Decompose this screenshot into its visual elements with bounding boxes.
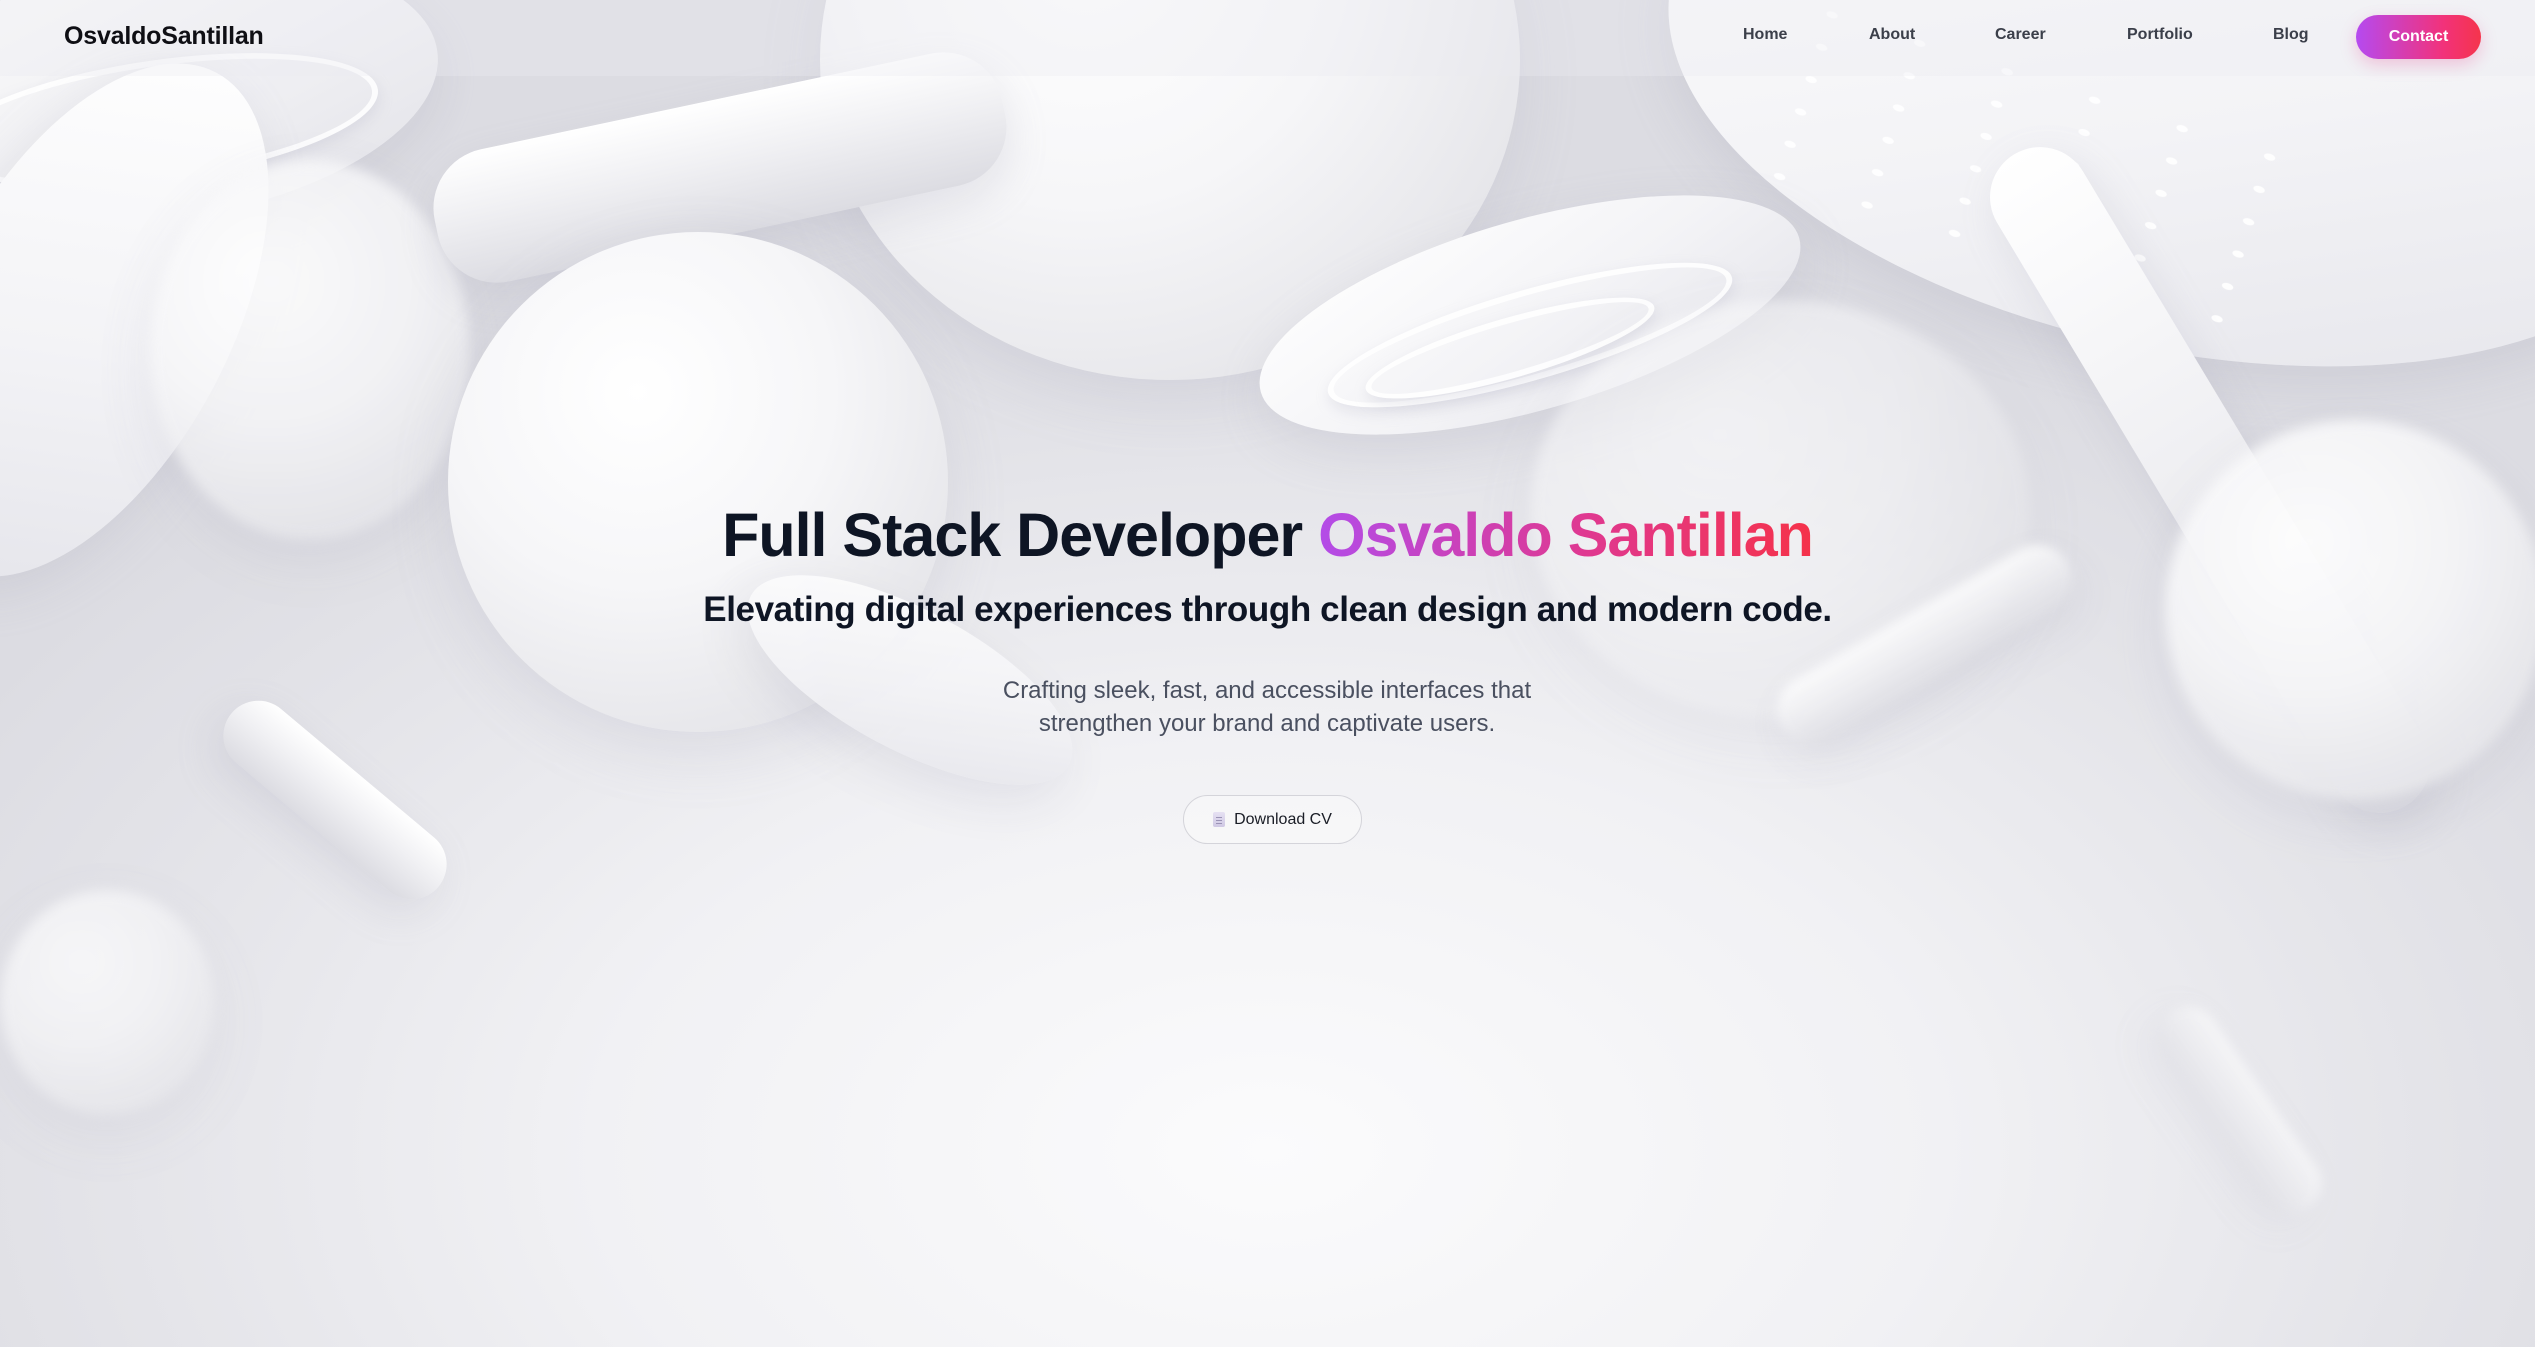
background-cylinder-shape	[2146, 994, 2334, 1226]
background-cylinder-shape	[209, 686, 461, 914]
hero-title-name: Osvaldo Santillan	[1318, 501, 1814, 569]
site-logo[interactable]: OsvaldoSantillan	[64, 22, 264, 51]
contact-button[interactable]: Contact	[2356, 15, 2481, 59]
hero-subtitle: Elevating digital experiences through cl…	[703, 590, 1832, 629]
hero-title: Full Stack Developer Osvaldo Santillan	[0, 500, 2535, 570]
download-cv-button[interactable]: Download CV	[1183, 795, 1362, 844]
download-cv-label: Download CV	[1234, 810, 1332, 828]
nav-link-portfolio[interactable]: Portfolio	[2127, 26, 2193, 44]
background-sphere-shape	[150, 160, 470, 540]
nav-link-about[interactable]: About	[1869, 26, 1915, 44]
nav-link-home[interactable]: Home	[1743, 26, 1787, 44]
nav-link-career[interactable]: Career	[1995, 26, 2046, 44]
site-header: OsvaldoSantillan Home About Career Portf…	[0, 0, 2535, 76]
document-icon	[1213, 812, 1226, 827]
hero-title-role: Full Stack Developer	[722, 501, 1303, 569]
nav-link-blog[interactable]: Blog	[2273, 26, 2309, 44]
background-sphere-shape	[0, 890, 215, 1115]
hero-description: Crafting sleek, fast, and accessible int…	[1002, 677, 1532, 737]
